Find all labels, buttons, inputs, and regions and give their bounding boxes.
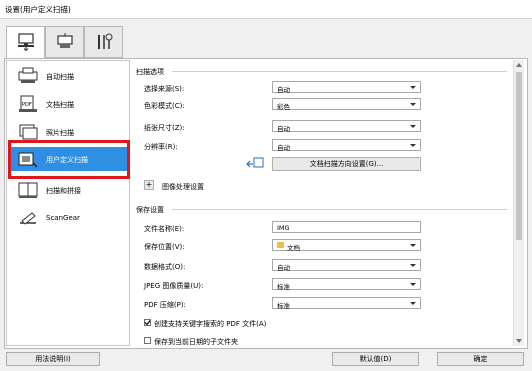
sidebar-item-label: 照片扫描 [46, 129, 74, 137]
title-bar: 设置(用户定义扫描) [0, 0, 532, 19]
paper-size-select[interactable]: 自动 [272, 120, 421, 133]
color-mode-label: 色彩模式(C): [144, 102, 185, 110]
chevron-down-icon [410, 283, 416, 286]
file-name-label: 文件名称(E): [144, 225, 185, 233]
tab-scan-from-panel[interactable] [45, 26, 84, 58]
save-location-label: 保存位置(V): [144, 243, 185, 251]
color-mode-select[interactable]: 彩色 [272, 98, 421, 111]
sidebar-item-label: 文档扫描 [46, 101, 74, 109]
settings-scrollbar[interactable] [513, 60, 524, 346]
sidebar-item-scangear[interactable]: ScanGear [8, 206, 128, 230]
orientation-settings-button[interactable]: 文档扫描方向设置(G)... [272, 157, 421, 171]
sidebar-item-label: 自动扫描 [46, 73, 74, 81]
source-label: 选择来源(S): [144, 85, 185, 93]
sidebar-item-auto-scan[interactable]: 自动扫描 [8, 64, 128, 88]
sidebar-item-document-scan[interactable]: PDF 文档扫描 [8, 92, 128, 116]
scan-from-panel-icon [57, 33, 73, 48]
keyword-pdf-checkbox[interactable] [144, 319, 151, 326]
defaults-button[interactable]: 默认值(D) [332, 352, 419, 366]
paper-size-label: 纸张尺寸(Z): [144, 124, 185, 132]
chevron-down-icon [410, 144, 416, 147]
photo-scan-icon [19, 124, 38, 140]
scan-stitch-icon [18, 182, 38, 198]
resolution-select[interactable]: 自动 [272, 139, 421, 152]
chevron-down-icon [410, 302, 416, 305]
sidebar-item-label: ScanGear [46, 214, 80, 222]
scan-options-heading: 扫描选项 [132, 66, 511, 76]
image-processing-label: 图像处理设置 [162, 183, 204, 191]
chevron-down-icon [410, 244, 416, 247]
auto-scan-icon [18, 67, 38, 83]
jpeg-quality-select[interactable]: 标准 [272, 278, 421, 291]
window-title: 设置(用户定义扫描) [5, 5, 71, 14]
scangear-icon [20, 212, 36, 225]
sidebar: 自动扫描 PDF 文档扫描 照片扫描 用户定义扫描 扫描和拼接 ScanGear [6, 60, 130, 346]
source-select[interactable]: 自动 [272, 81, 421, 94]
scroll-thumb[interactable] [516, 72, 522, 240]
pdf-compression-label: PDF 压缩(P): [144, 301, 186, 309]
pdf-compression-select[interactable]: 标准 [272, 297, 421, 310]
chevron-down-icon [410, 86, 416, 89]
chevron-down-icon [410, 125, 416, 128]
resolution-label: 分辨率(R): [144, 143, 178, 151]
save-location-select[interactable]: 文档 [272, 239, 421, 252]
jpeg-quality-label: JPEG 图像质量(U): [144, 282, 204, 290]
date-subfolder-label: 保存到当前日期的子文件夹 [154, 338, 238, 346]
help-button[interactable]: 用法说明(I) [6, 352, 100, 366]
data-format-select[interactable]: 自动 [272, 259, 421, 272]
orientation-icon [246, 157, 264, 168]
keyword-pdf-label: 创建支持关键字搜索的 PDF 文件(A) [154, 320, 267, 328]
ok-button[interactable]: 确定 [437, 352, 524, 366]
document-scan-icon: PDF [19, 95, 37, 112]
sidebar-item-scan-stitch[interactable]: 扫描和拼接 [8, 178, 128, 202]
settings-content: 扫描选项 选择来源(S): 自动 色彩模式(C): 彩色 纸张尺寸(Z): 自动… [132, 60, 511, 346]
chevron-down-icon [410, 264, 416, 267]
expand-image-processing-button[interactable]: + [144, 180, 154, 190]
scroll-up-icon[interactable] [516, 63, 522, 67]
date-subfolder-checkbox[interactable] [144, 337, 151, 344]
sidebar-item-label: 扫描和拼接 [46, 187, 81, 195]
tools-icon [98, 33, 113, 49]
scan-from-computer-icon [18, 33, 34, 51]
svg-text:PDF: PDF [22, 102, 32, 108]
tab-scan-from-computer[interactable] [6, 26, 45, 59]
chevron-down-icon [410, 103, 416, 106]
checkmark-icon [144, 320, 151, 326]
data-format-label: 数据格式(O): [144, 263, 186, 271]
scroll-down-icon[interactable] [516, 339, 522, 343]
highlight-box [8, 140, 130, 179]
save-settings-heading: 保存设置 [132, 204, 511, 214]
folder-icon [277, 242, 284, 248]
file-name-input[interactable]: IMG [272, 221, 421, 233]
tab-tools[interactable] [84, 26, 123, 58]
